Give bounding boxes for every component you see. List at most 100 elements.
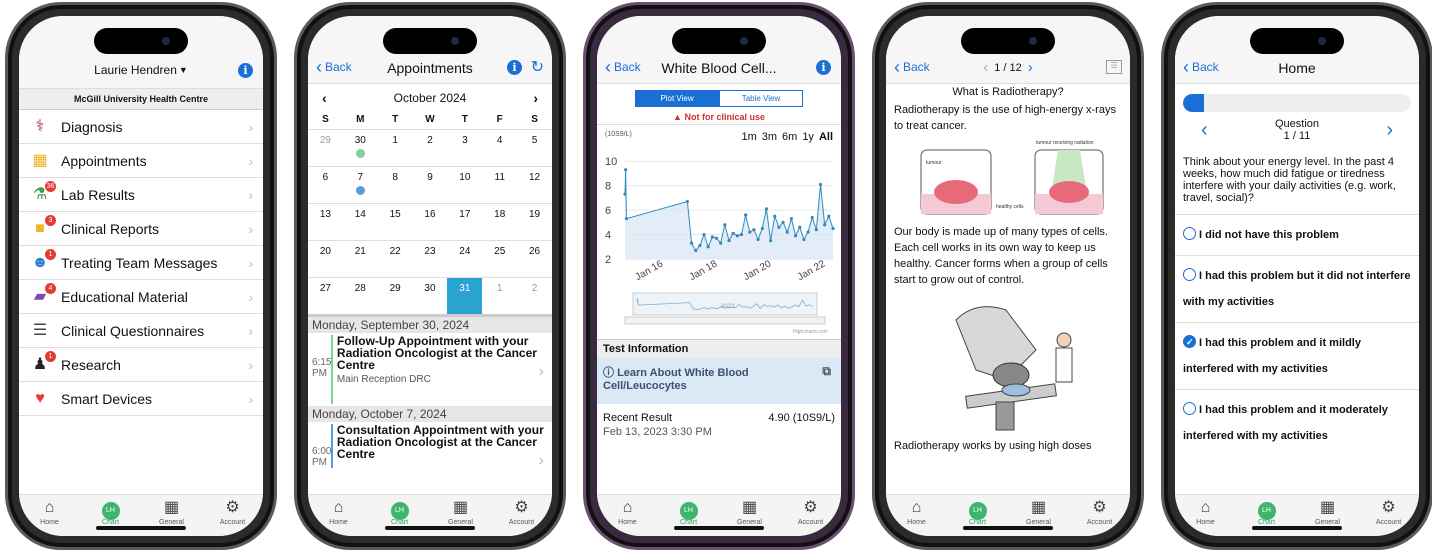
calendar-day[interactable]: 1 [377,129,413,166]
calendar-day[interactable]: 29 [377,277,413,314]
calendar-day[interactable]: 16 [412,203,448,240]
tab-general[interactable]: ▦ General [725,499,775,536]
tab-account[interactable]: ⚙ Account [208,499,258,536]
calendar-day[interactable]: 12 [517,166,552,203]
range-3m-button[interactable]: 3m [762,131,777,143]
calendar-day[interactable]: 27 [308,277,343,314]
calendar-day[interactable]: 3 [447,129,483,166]
prev-page-button[interactable]: ‹ [983,59,988,76]
tab-general[interactable]: ▦ General [436,499,486,536]
range-1y-button[interactable]: 1y [802,131,814,143]
tab-home[interactable]: ⌂ Home [25,499,75,536]
calendar-day[interactable]: 7 [342,166,378,203]
calendar-day[interactable]: 28 [342,277,378,314]
answer-option[interactable]: I had this problem and it moderately int… [1175,389,1419,456]
tab-chart[interactable]: LH Chart [375,499,425,536]
tab-home[interactable]: ⌂ Home [1181,499,1231,536]
info-icon[interactable]: i [507,60,522,75]
tab-general[interactable]: ▦ General [147,499,197,536]
calendar-day[interactable]: 10 [447,166,483,203]
calendar-day[interactable]: 5 [517,129,552,166]
tab-home[interactable]: ⌂ Home [892,499,942,536]
calendar-day[interactable]: 23 [412,240,448,277]
calendar-day[interactable]: 30 [342,129,378,166]
tab-chart[interactable]: LH Chart [1242,499,1292,536]
appointment-item[interactable]: 6:15 PM Follow-Up Appointment with your … [308,333,552,406]
calendar-day[interactable]: 31 [447,277,483,314]
calendar-day[interactable]: 17 [447,203,483,240]
calendar-day[interactable]: 29 [308,129,343,166]
calendar-day[interactable]: 6 [308,166,343,203]
range-all-button[interactable]: All [819,131,833,143]
answer-option-selected[interactable]: I had this problem and it mildly interfe… [1175,322,1419,389]
menu-item-questionnaires[interactable]: ☰ Clinical Questionnaires › [19,314,263,348]
back-button[interactable]: ‹ Back [1183,58,1219,76]
menu-item-educational-material[interactable]: ▰ 4 Educational Material › [19,280,263,314]
calendar-day[interactable]: 11 [482,166,518,203]
radio-button[interactable] [1183,402,1196,415]
calendar-day[interactable]: 21 [342,240,378,277]
radio-button[interactable] [1183,268,1196,281]
menu-item-research[interactable]: ♟ 1 Research › [19,348,263,382]
range-1m-button[interactable]: 1m [741,131,756,143]
table-of-contents-icon[interactable]: ☰ [1106,60,1122,74]
calendar-day[interactable]: 8 [377,166,413,203]
menu-item-smart-devices[interactable]: ♥ Smart Devices › [19,382,263,416]
plot-view-tab[interactable]: Plot View [635,90,719,107]
calendar-day[interactable]: 26 [517,240,552,277]
prev-month-button[interactable]: ‹ [322,90,327,106]
tab-general[interactable]: ▦ General [1303,499,1353,536]
chart-credit: Highcharts.com [793,329,828,335]
tab-account[interactable]: ⚙ Account [786,499,836,536]
info-icon[interactable]: i [238,63,253,78]
menu-item-appointments[interactable]: ▦ Appointments › [19,144,263,178]
range-6m-button[interactable]: 6m [782,131,797,143]
menu-item-lab-results[interactable]: ⚗ 36 Lab Results › [19,178,263,212]
learn-more-link[interactable]: ⓘ Learn About White Blood Cell/Leucocyte… [597,358,841,404]
back-button[interactable]: ‹ Back [894,58,930,76]
tab-account[interactable]: ⚙ Account [497,499,547,536]
calendar-day[interactable]: 25 [482,240,518,277]
calendar-day[interactable]: 2 [517,277,552,314]
tab-account[interactable]: ⚙ Account [1364,499,1414,536]
calendar-day[interactable]: 1 [482,277,518,314]
user-selector[interactable]: Laurie Hendren ▼ i [19,52,263,88]
tab-home[interactable]: ⌂ Home [314,499,364,536]
appointment-item[interactable]: 6:00 PM Consultation Appointment with yo… [308,422,552,470]
calendar-day[interactable]: 19 [517,203,552,240]
calendar-day[interactable]: 20 [308,240,343,277]
tab-chart[interactable]: LH Chart [86,499,136,536]
radio-button-checked[interactable] [1183,329,1196,355]
radio-button[interactable] [1183,227,1196,240]
tab-chart[interactable]: LH Chart [664,499,714,536]
answer-option[interactable]: I had this problem but it did not interf… [1175,255,1419,322]
next-month-button[interactable]: › [533,90,538,106]
wbc-line-chart[interactable]: 2 4 6 8 10 Jan 16 Jan 18 Jan 20 Jan 22 2023 Highch… [597,143,841,339]
info-icon[interactable]: i [816,60,831,75]
tab-chart[interactable]: LH Chart [953,499,1003,536]
refresh-icon[interactable]: ↻ [531,57,544,77]
next-question-button[interactable]: › [1386,119,1393,142]
back-button[interactable]: ‹ Back [316,58,352,76]
calendar-day[interactable]: 22 [377,240,413,277]
next-page-button[interactable]: › [1028,59,1033,76]
calendar-day[interactable]: 4 [482,129,518,166]
table-view-tab[interactable]: Table View [719,90,803,107]
answer-option[interactable]: I did not have this problem [1175,214,1419,255]
calendar-day[interactable]: 15 [377,203,413,240]
menu-item-diagnosis[interactable]: ⚕ Diagnosis › [19,110,263,144]
tab-account[interactable]: ⚙ Account [1075,499,1125,536]
calendar-day[interactable]: 14 [342,203,378,240]
menu-item-clinical-reports[interactable]: ■ 3 Clinical Reports › [19,212,263,246]
menu-item-team-messages[interactable]: ☻ 1 Treating Team Messages › [19,246,263,280]
calendar-day[interactable]: 18 [482,203,518,240]
calendar-day[interactable]: 13 [308,203,343,240]
tab-general[interactable]: ▦ General [1014,499,1064,536]
calendar-day[interactable]: 9 [412,166,448,203]
back-button[interactable]: ‹ Back [605,58,641,76]
calendar-day[interactable]: 30 [412,277,448,314]
tab-home[interactable]: ⌂ Home [603,499,653,536]
calendar-day[interactable]: 24 [447,240,483,277]
prev-question-button[interactable]: ‹ [1201,119,1208,142]
calendar-day[interactable]: 2 [412,129,448,166]
